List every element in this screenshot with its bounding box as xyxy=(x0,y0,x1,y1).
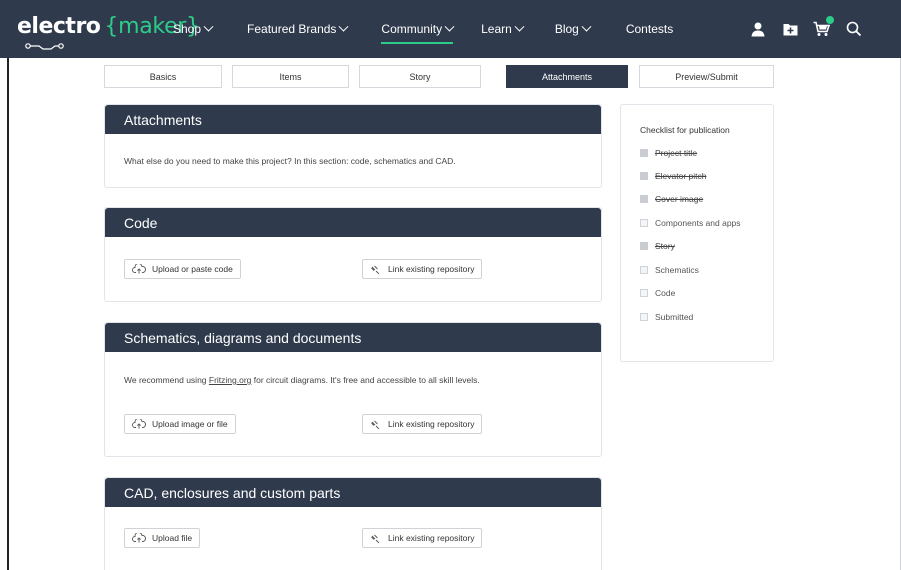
button-label: Link existing repository xyxy=(388,264,475,274)
nav-featured-brands-label: Featured Brands xyxy=(247,22,337,36)
section-title: Schematics, diagrams and documents xyxy=(105,323,601,352)
checkbox-icon xyxy=(640,242,648,250)
link-repository-button[interactable]: Link existing repository xyxy=(362,414,483,434)
nav-learn[interactable]: Learn xyxy=(481,21,525,36)
logo-text-main: electro xyxy=(17,14,101,39)
checkbox-icon xyxy=(640,172,648,180)
checklist-item-label: Story xyxy=(655,241,675,251)
checklist-item-label: Project title xyxy=(655,148,698,158)
button-label: Link existing repository xyxy=(388,419,475,429)
checklist-item-label: Elevator pitch xyxy=(655,171,707,181)
checkbox-icon xyxy=(640,289,648,297)
nav-shop-label: Shop xyxy=(173,22,202,36)
schematics-section: Schematics, diagrams and documents We re… xyxy=(104,322,602,457)
step-label: Items xyxy=(279,71,302,82)
page-frame-left xyxy=(7,58,9,570)
checklist-item: Project title xyxy=(640,148,697,158)
nav-contests-label: Contests xyxy=(625,22,674,36)
section-title: Code xyxy=(105,208,601,237)
link-repository-button[interactable]: Link existing repository xyxy=(362,259,483,279)
nav-community-label: Community xyxy=(381,22,443,36)
upload-image-button[interactable]: Upload image or file xyxy=(124,414,236,434)
nav-featured-brands[interactable]: Featured Brands xyxy=(247,21,349,36)
link-icon xyxy=(371,265,380,274)
link-repository-button[interactable]: Link existing repository xyxy=(362,528,483,548)
step-label: Attachments xyxy=(541,71,593,82)
step-basics[interactable]: Basics xyxy=(104,65,222,88)
checkbox-icon xyxy=(640,219,648,227)
nav-actions: 1 xyxy=(749,16,863,38)
step-label: Preview/Submit xyxy=(675,71,738,82)
description-text: for circuit diagrams. It's free and acce… xyxy=(251,375,480,385)
cart-icon[interactable]: 1 xyxy=(813,16,834,38)
button-label: Upload image or file xyxy=(152,419,228,429)
chevron-down-icon xyxy=(514,21,525,32)
user-icon[interactable] xyxy=(749,20,767,38)
checklist-item-label: Submitted xyxy=(655,312,694,322)
step-label: Story xyxy=(409,71,431,82)
button-label: Link existing repository xyxy=(388,533,475,543)
chevron-down-icon xyxy=(338,21,349,32)
checkbox-icon xyxy=(640,149,648,157)
section-description: What else do you need to make this proje… xyxy=(124,156,456,166)
nav-contests[interactable]: Contests xyxy=(626,22,673,36)
step-label: Basics xyxy=(149,71,177,82)
nav-learn-label: Learn xyxy=(481,22,512,36)
checklist-item-label: Code xyxy=(655,288,676,298)
step-preview-submit[interactable]: Preview/Submit xyxy=(639,65,774,88)
main-nav: Shop Featured Brands Community Learn Blo… xyxy=(173,0,673,58)
add-project-icon[interactable] xyxy=(781,20,799,38)
checkbox-icon xyxy=(640,266,648,274)
top-navbar: electro {maker} Shop Featured Brands Com… xyxy=(0,0,901,58)
step-items[interactable]: Items xyxy=(232,65,349,88)
button-label: Upload or paste code xyxy=(152,264,233,274)
code-section: Code Upload or paste code Link existing … xyxy=(104,207,602,302)
checklist-item-label: Schematics xyxy=(655,265,699,275)
cart-badge: 1 xyxy=(826,16,834,24)
checklist-item: Code xyxy=(640,288,675,298)
nav-blog[interactable]: Blog xyxy=(554,21,592,36)
checklist-item: Cover image xyxy=(640,194,703,204)
link-icon xyxy=(371,420,380,429)
checkbox-icon xyxy=(640,313,648,321)
cloud-upload-icon xyxy=(132,419,146,429)
checklist-item: Submitted xyxy=(640,312,693,322)
cad-section: CAD, enclosures and custom parts Upload … xyxy=(104,477,602,570)
checklist-item: Components and apps xyxy=(640,218,741,228)
checklist-title: Checklist for publication xyxy=(640,125,730,135)
chevron-down-icon xyxy=(203,21,214,32)
checkbox-icon xyxy=(640,195,648,203)
description-text: We recommend using xyxy=(124,375,209,385)
search-icon[interactable] xyxy=(845,20,863,38)
step-story[interactable]: Story xyxy=(359,65,481,88)
chevron-down-icon xyxy=(581,21,592,32)
checklist-item-label: Components and apps xyxy=(655,218,741,228)
nav-community[interactable]: Community xyxy=(381,21,455,44)
checklist-item: Elevator pitch xyxy=(640,171,707,181)
nav-shop[interactable]: Shop xyxy=(173,21,214,36)
cloud-upload-icon xyxy=(132,264,146,274)
upload-file-button[interactable]: Upload file xyxy=(124,528,201,548)
checklist-item-label: Cover image xyxy=(655,194,704,204)
checklist-item: Schematics xyxy=(640,265,699,275)
nav-blog-label: Blog xyxy=(554,22,579,36)
logo-circuit-icon xyxy=(25,43,64,50)
link-icon xyxy=(371,534,380,543)
upload-code-button[interactable]: Upload or paste code xyxy=(124,259,241,279)
publication-checklist: Checklist for publication Project title … xyxy=(620,104,774,362)
fritzing-link[interactable]: Fritzing.org xyxy=(209,375,252,385)
section-description: We recommend using Fritzing.org for circ… xyxy=(124,375,480,385)
section-title: CAD, enclosures and custom parts xyxy=(105,478,601,507)
cloud-upload-icon xyxy=(132,533,146,543)
chevron-down-icon xyxy=(444,21,455,32)
checklist-item: Story xyxy=(640,241,675,251)
section-title: Attachments xyxy=(105,105,601,134)
step-attachments[interactable]: Attachments xyxy=(506,65,628,88)
button-label: Upload file xyxy=(152,533,193,543)
attachments-section: Attachments What else do you need to mak… xyxy=(104,104,602,188)
